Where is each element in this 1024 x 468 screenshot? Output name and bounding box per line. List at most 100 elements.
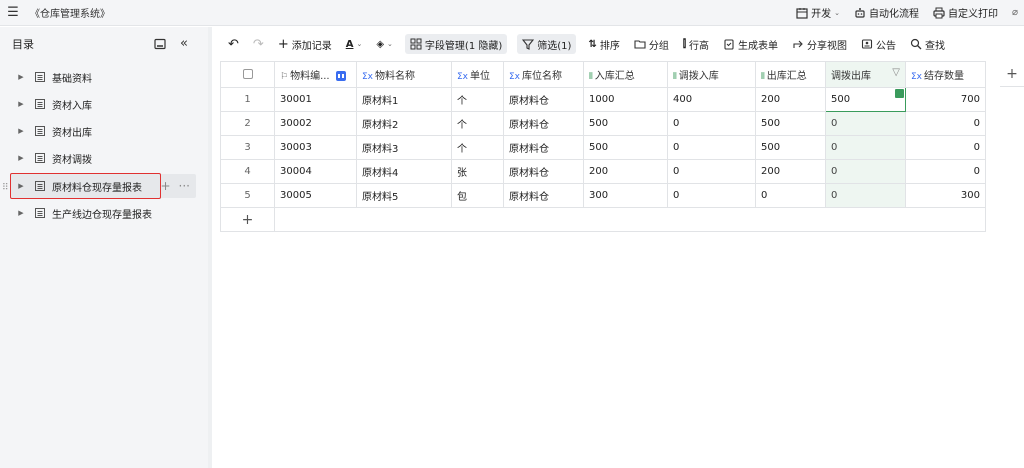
- more-options-icon[interactable]: ···: [179, 179, 190, 193]
- checkbox-icon[interactable]: [242, 69, 253, 79]
- column-header-balance[interactable]: Σx 结存数量: [905, 61, 986, 88]
- cell-balance[interactable]: 300: [905, 183, 986, 208]
- cell-code[interactable]: 30004: [274, 159, 357, 184]
- cell-transfer-in[interactable]: 0: [667, 159, 756, 184]
- share-view-button[interactable]: 分享视图: [790, 34, 849, 54]
- selection-highlight-box: [10, 173, 161, 199]
- print-button[interactable]: 自定义打印: [933, 5, 998, 20]
- column-header-inbound-total[interactable]: ⫴ 入库汇总: [583, 61, 668, 88]
- cell-outbound[interactable]: 500: [755, 111, 826, 136]
- sidebar-item-inbound[interactable]: ▶ 资材入库: [10, 92, 196, 116]
- cell-inbound[interactable]: 300: [583, 183, 668, 208]
- table-row[interactable]: 3 30003 原材料3 个 原材料仓 500 0 500 0 0: [220, 135, 986, 160]
- cell-location[interactable]: 原材料仓: [503, 111, 584, 136]
- cell-transfer-in[interactable]: 0: [667, 183, 756, 208]
- cell-name[interactable]: 原材料1: [356, 87, 452, 112]
- column-header-name[interactable]: Σx 物料名称: [356, 61, 452, 88]
- sort-button[interactable]: ⇅ 排序: [586, 34, 621, 54]
- drag-handle-icon[interactable]: ⠿: [2, 183, 9, 193]
- cell-transfer-out[interactable]: 0: [825, 111, 906, 136]
- double-chevron-left-icon[interactable]: «: [180, 36, 188, 51]
- dev-button[interactable]: 开发 ⌄: [796, 5, 840, 20]
- sidebar-item-transfer[interactable]: ▶ 资材调拨: [10, 146, 196, 170]
- filter-button[interactable]: 筛选(1): [517, 34, 577, 54]
- sidebar-item-basic-data[interactable]: ▶ 基础资料: [10, 65, 196, 89]
- notice-button[interactable]: 公告: [859, 34, 898, 54]
- column-header-transfer-in[interactable]: ⫴ 调拨入库: [667, 61, 756, 88]
- font-color-button[interactable]: A ⌄: [344, 34, 365, 54]
- expand-cell-icon[interactable]: [895, 89, 904, 98]
- cell-unit[interactable]: 包: [451, 183, 504, 208]
- cell-transfer-in[interactable]: 400: [667, 87, 756, 112]
- cell-transfer-out[interactable]: 0: [825, 135, 906, 160]
- cell-balance[interactable]: 700: [905, 87, 986, 112]
- row-height-button[interactable]: ⫿ 行高: [681, 34, 711, 54]
- cell-outbound[interactable]: 200: [755, 159, 826, 184]
- field-manage-button[interactable]: 字段管理(1 隐藏): [404, 34, 508, 54]
- cell-code[interactable]: 30003: [274, 135, 357, 160]
- cell-location[interactable]: 原材料仓: [503, 183, 584, 208]
- cell-unit[interactable]: 个: [451, 135, 504, 160]
- expand-arrow-icon[interactable]: ▶: [14, 127, 28, 135]
- cell-outbound[interactable]: 200: [755, 87, 826, 112]
- cell-inbound[interactable]: 200: [583, 159, 668, 184]
- cell-name[interactable]: 原材料2: [356, 111, 452, 136]
- table-row[interactable]: 4 30004 原材料4 张 原材料仓 200 0 200 0 0: [220, 159, 986, 184]
- cell-inbound[interactable]: 500: [583, 135, 668, 160]
- add-column-button[interactable]: +: [1000, 61, 1024, 87]
- column-header-unit[interactable]: Σx 单位: [451, 61, 504, 88]
- sidebar-item-outbound[interactable]: ▶ 资材出库: [10, 119, 196, 143]
- table-row[interactable]: 2 30002 原材料2 个 原材料仓 500 0 500 0 0: [220, 111, 986, 136]
- expand-arrow-icon[interactable]: ▶: [14, 73, 28, 81]
- cell-unit[interactable]: 个: [451, 87, 504, 112]
- collapse-panel-icon[interactable]: [154, 38, 166, 50]
- cell-inbound[interactable]: 500: [583, 111, 668, 136]
- cell-location[interactable]: 原材料仓: [503, 135, 584, 160]
- column-header-code[interactable]: ⚐ 物料编...: [274, 61, 357, 88]
- redo-button[interactable]: ↷: [251, 34, 266, 54]
- expand-arrow-icon[interactable]: ▶: [14, 209, 28, 217]
- cell-balance[interactable]: 0: [905, 135, 986, 160]
- cell-transfer-in[interactable]: 0: [667, 111, 756, 136]
- cell-location[interactable]: 原材料仓: [503, 159, 584, 184]
- cell-location[interactable]: 原材料仓: [503, 87, 584, 112]
- expand-arrow-icon[interactable]: ▶: [14, 154, 28, 162]
- select-all-checkbox[interactable]: [220, 61, 275, 88]
- cell-unit[interactable]: 张: [451, 159, 504, 184]
- sidebar-item-line-side-report[interactable]: ▶ 生产线边仓现存量报表: [10, 201, 196, 225]
- cell-name[interactable]: 原材料3: [356, 135, 452, 160]
- cell-code[interactable]: 30005: [274, 183, 357, 208]
- cell-code[interactable]: 30002: [274, 111, 357, 136]
- column-header-transfer-out[interactable]: 调拨出库 ▽: [825, 61, 906, 88]
- table-row[interactable]: 1 30001 原材料1 个 原材料仓 1000 400 200 500 700: [220, 87, 986, 112]
- cell-inbound[interactable]: 1000: [583, 87, 668, 112]
- add-row[interactable]: +: [220, 207, 986, 232]
- cell-name[interactable]: 原材料5: [356, 183, 452, 208]
- cell-outbound[interactable]: 500: [755, 135, 826, 160]
- automation-button[interactable]: 自动化流程: [854, 5, 919, 20]
- more-icon[interactable]: ⌀: [1012, 7, 1018, 18]
- add-record-button[interactable]: + 添加记录: [276, 34, 334, 54]
- cell-transfer-out[interactable]: 0: [825, 159, 906, 184]
- menu-icon[interactable]: ☰: [2, 5, 24, 20]
- group-button[interactable]: 分组: [632, 34, 671, 54]
- cell-outbound[interactable]: 0: [755, 183, 826, 208]
- column-header-outbound-total[interactable]: ⫴ 出库汇总: [755, 61, 826, 88]
- cell-name[interactable]: 原材料4: [356, 159, 452, 184]
- cell-code[interactable]: 30001: [274, 87, 357, 112]
- expand-arrow-icon[interactable]: ▶: [14, 100, 28, 108]
- gen-form-button[interactable]: 生成表单: [721, 34, 780, 54]
- fill-color-button[interactable]: ◈ ⌄: [374, 34, 395, 54]
- column-header-location[interactable]: Σx 库位名称: [503, 61, 584, 88]
- cell-transfer-out-selected[interactable]: 500: [825, 87, 906, 112]
- add-row-button[interactable]: +: [220, 207, 275, 232]
- cell-transfer-out[interactable]: 0: [825, 183, 906, 208]
- cell-transfer-in[interactable]: 0: [667, 135, 756, 160]
- search-button[interactable]: 查找: [908, 34, 947, 54]
- undo-button[interactable]: ↶: [226, 34, 241, 54]
- table-row[interactable]: 5 30005 原材料5 包 原材料仓 300 0 0 0 300: [220, 183, 986, 208]
- add-icon[interactable]: +: [160, 179, 170, 193]
- cell-balance[interactable]: 0: [905, 111, 986, 136]
- cell-unit[interactable]: 个: [451, 111, 504, 136]
- cell-balance[interactable]: 0: [905, 159, 986, 184]
